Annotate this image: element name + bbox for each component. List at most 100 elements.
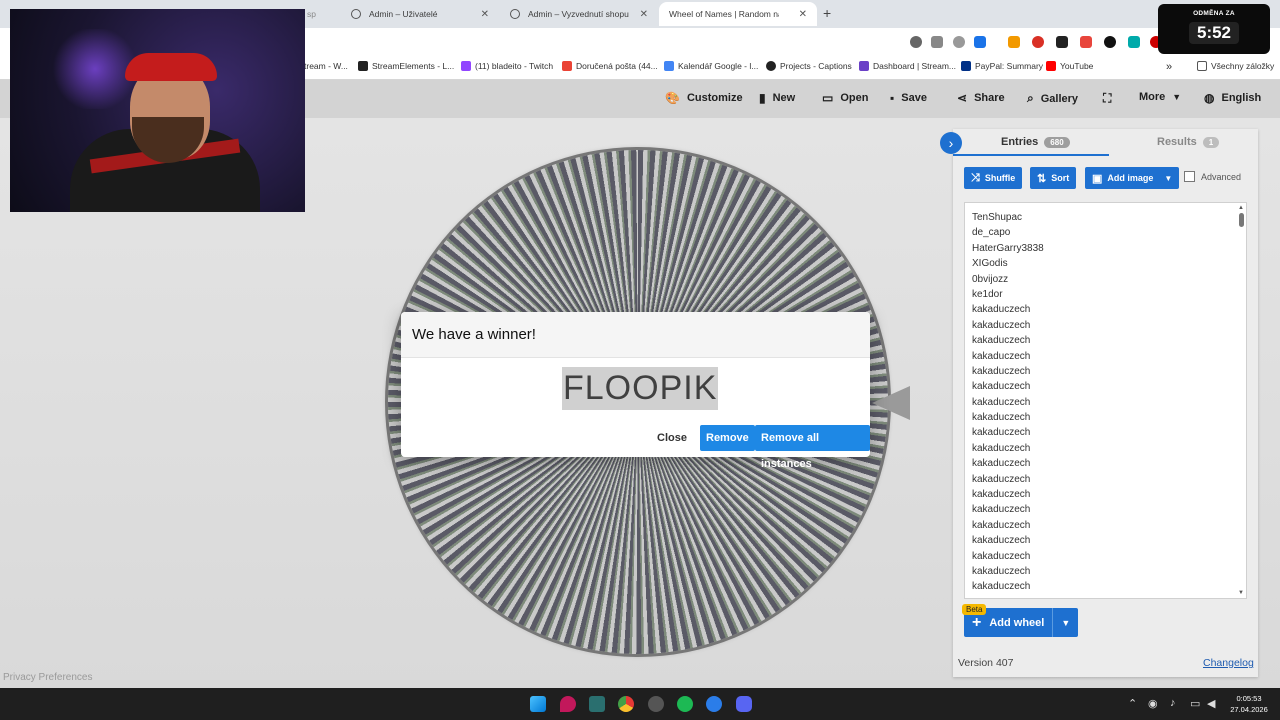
- extension-icon[interactable]: [1008, 36, 1020, 48]
- browser-tab-admin-shop[interactable]: Admin – Vyzvednutí shopu ✕: [500, 2, 658, 26]
- entry-item[interactable]: kakaduczech: [965, 456, 1246, 471]
- entries-scrollbar[interactable]: ▲ ▼: [1237, 205, 1245, 596]
- entry-item[interactable]: kakaduczech: [965, 395, 1246, 410]
- chrome-icon[interactable]: [618, 696, 634, 712]
- app-icon[interactable]: [560, 696, 576, 712]
- customize-button[interactable]: 🎨 Customize: [665, 91, 743, 105]
- entry-item[interactable]: kakaduczech: [965, 425, 1246, 440]
- new-tab-button[interactable]: +: [823, 5, 831, 21]
- entry-item[interactable]: kakaduczech: [965, 302, 1246, 317]
- tray-overflow-icon[interactable]: ⌃: [1128, 697, 1137, 710]
- extension-icon[interactable]: [1128, 36, 1140, 48]
- bookmark-item[interactable]: YouTube: [1046, 61, 1093, 71]
- bookmark-item[interactable]: PayPal: Summary: [961, 61, 1043, 71]
- save-button[interactable]: ▪ Save: [890, 91, 927, 105]
- share-icon: ⋖: [957, 91, 968, 105]
- bookmarks-overflow-button[interactable]: »: [1166, 61, 1172, 73]
- entry-item[interactable]: kakaduczech: [965, 579, 1246, 594]
- close-button[interactable]: Close: [651, 425, 693, 451]
- advanced-toggle[interactable]: Advanced: [1184, 171, 1241, 182]
- entry-item[interactable]: kakaduczech: [965, 502, 1246, 517]
- remove-all-instances-button[interactable]: Remove all instances: [755, 425, 870, 470]
- sort-button[interactable]: ⇅ Sort: [1030, 167, 1077, 189]
- bookmark-item[interactable]: Kalendář Google - l...: [664, 61, 758, 71]
- bookmark-item[interactable]: StreamElements - L...: [358, 61, 454, 71]
- search-icon: ⌕: [1027, 91, 1034, 105]
- language-button[interactable]: ◍ English: [1204, 91, 1261, 105]
- webcam-overlay: [10, 9, 305, 212]
- entry-item[interactable]: kakaduczech: [965, 318, 1246, 333]
- entry-item[interactable]: kakaduczech: [965, 564, 1246, 579]
- scroll-down-icon[interactable]: ▼: [1237, 590, 1245, 596]
- add-image-button[interactable]: ▣ Add image ▼: [1085, 167, 1180, 189]
- translate-icon[interactable]: [931, 36, 943, 48]
- entry-item[interactable]: TenShupac: [965, 210, 1246, 225]
- volume-icon[interactable]: ◀: [1207, 697, 1215, 710]
- windows-start-icon[interactable]: [530, 696, 546, 712]
- browser-tab-admin-users[interactable]: Admin – Uživatelé ✕: [341, 2, 499, 26]
- bookmark-item[interactable]: Doručená pošta (44...: [562, 61, 658, 71]
- entry-item[interactable]: 0bvijozz: [965, 272, 1246, 287]
- entry-item[interactable]: kakaduczech: [965, 379, 1246, 394]
- tab-entries[interactable]: Entries 680: [1001, 136, 1070, 148]
- system-clock[interactable]: 0:05:53 27.04.2026: [1224, 693, 1274, 715]
- shuffle-button[interactable]: ⤨ Shuffle: [964, 167, 1023, 189]
- microphone-icon[interactable]: ♪: [1170, 697, 1176, 709]
- scroll-up-icon[interactable]: ▲: [1237, 205, 1245, 211]
- entry-item[interactable]: XIGodis: [965, 256, 1246, 271]
- mute-icon[interactable]: [910, 36, 922, 48]
- entry-item[interactable]: kakaduczech: [965, 518, 1246, 533]
- browser-tab-wheel-of-names[interactable]: Wheel of Names | Random nam ✕: [659, 2, 1057, 162]
- extension-icon[interactable]: [1056, 36, 1068, 48]
- entry-item[interactable]: kakaduczech: [965, 410, 1246, 425]
- entry-item[interactable]: kakaduczech: [965, 349, 1246, 364]
- app-icon[interactable]: [706, 696, 722, 712]
- gallery-button[interactable]: ⌕ Gallery: [1027, 91, 1078, 106]
- open-button[interactable]: ▭ Open: [822, 91, 868, 105]
- entry-item[interactable]: ke1dor: [965, 287, 1246, 302]
- entry-item[interactable]: kakaduczech: [965, 487, 1246, 502]
- streamlabs-icon: [859, 61, 869, 71]
- tab-results[interactable]: Results 1: [1157, 136, 1220, 148]
- extension-icon[interactable]: [1080, 36, 1092, 48]
- more-menu-button[interactable]: More ▼: [1139, 91, 1181, 103]
- zoom-icon[interactable]: [953, 36, 965, 48]
- bookmark-item[interactable]: Projects - Captions: [766, 61, 852, 71]
- scroll-thumb[interactable]: [1238, 213, 1244, 227]
- privacy-preferences-link[interactable]: Privacy Preferences: [3, 672, 92, 683]
- extension-icon[interactable]: [1032, 36, 1044, 48]
- close-icon[interactable]: ✕: [640, 9, 648, 20]
- all-bookmarks-button[interactable]: Všechny záložky: [1197, 61, 1274, 71]
- add-wheel-dropdown[interactable]: ▼: [1053, 618, 1078, 628]
- bookmark-star-icon[interactable]: [974, 36, 986, 48]
- steam-icon[interactable]: ◉: [1148, 697, 1158, 710]
- network-icon[interactable]: ▭: [1190, 697, 1200, 710]
- obs-icon[interactable]: [648, 696, 664, 712]
- close-icon[interactable]: ✕: [799, 9, 807, 20]
- close-icon[interactable]: ✕: [481, 9, 489, 20]
- windows-taskbar: ⌃ ◉ ♪ ▭ ◀ 0:05:53 27.04.2026: [0, 688, 1280, 720]
- extension-icon[interactable]: [1104, 36, 1116, 48]
- collapse-panel-button[interactable]: ›: [940, 132, 962, 154]
- remove-button[interactable]: Remove: [700, 425, 755, 451]
- entry-item[interactable]: kakaduczech: [965, 441, 1246, 456]
- bookmark-item[interactable]: tream - W...: [304, 61, 348, 71]
- discord-icon[interactable]: [736, 696, 752, 712]
- changelog-link[interactable]: Changelog: [1203, 657, 1254, 669]
- entries-textarea[interactable]: TenShupac de_capo HaterGarry3838 XIGodis 0bv…: [964, 202, 1247, 599]
- entry-item[interactable]: kakaduczech: [965, 549, 1246, 564]
- share-button[interactable]: ⋖ Share: [957, 91, 1005, 105]
- bookmark-item[interactable]: Dashboard | Stream...: [859, 61, 956, 71]
- entry-item[interactable]: de_capo: [965, 225, 1246, 240]
- entry-item[interactable]: HaterGarry3838: [965, 241, 1246, 256]
- entry-item[interactable]: kakaduczech: [965, 364, 1246, 379]
- new-button[interactable]: ▮ New: [759, 91, 795, 105]
- fullscreen-button[interactable]: ⛶: [1103, 91, 1111, 106]
- entry-item[interactable]: kakaduczech: [965, 533, 1246, 548]
- app-icon[interactable]: [589, 696, 605, 712]
- bookmark-item[interactable]: (11) bladeito - Twitch: [461, 61, 553, 71]
- advanced-checkbox[interactable]: [1184, 171, 1195, 182]
- entry-item[interactable]: kakaduczech: [965, 472, 1246, 487]
- spotify-icon[interactable]: [677, 696, 693, 712]
- entry-item[interactable]: kakaduczech: [965, 333, 1246, 348]
